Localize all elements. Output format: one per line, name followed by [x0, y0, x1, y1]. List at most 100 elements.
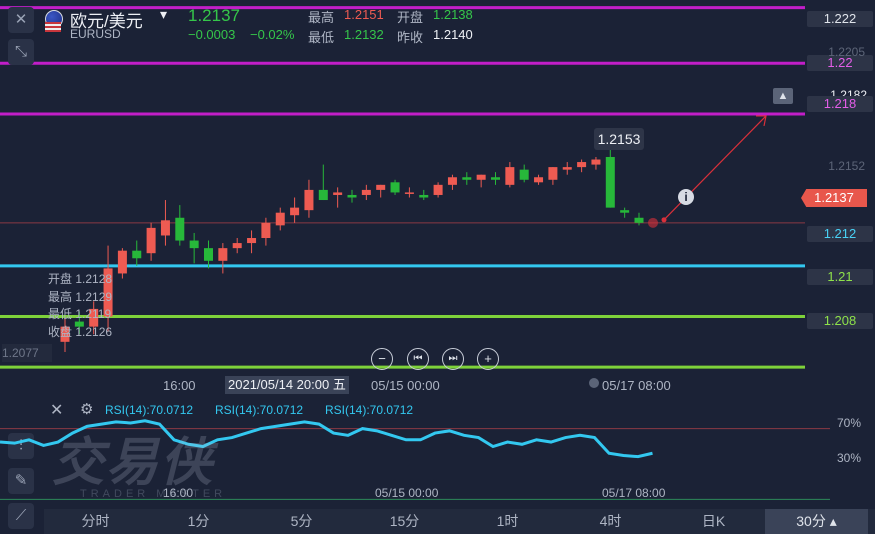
ohlc-close: 收盘 1.2126: [48, 325, 113, 339]
step-forward-button[interactable]: ⏭: [442, 348, 464, 370]
tab-5min[interactable]: 5分: [250, 509, 353, 534]
axis-tick-1.2152: 1.2152: [828, 159, 865, 173]
candlestick-chart[interactable]: [0, 0, 875, 395]
open-value: 1.2138: [433, 7, 473, 22]
rsi-label-3: RSI(14):70.0712: [325, 403, 414, 417]
chevron-down-icon[interactable]: ▾: [160, 6, 167, 23]
high-label: 最高: [308, 10, 335, 25]
collapse-icon[interactable]: ⤡: [8, 39, 34, 65]
step-back-button[interactable]: ⏮: [407, 348, 429, 370]
candle-body: [347, 194, 357, 198]
x-label-0517: 05/17 08:00: [602, 378, 671, 393]
open-label: 开盘: [397, 10, 424, 25]
x-label-16: 16:00: [163, 378, 196, 393]
candle-body: [562, 167, 572, 170]
candle-body: [318, 189, 328, 201]
candle-body: [304, 189, 314, 211]
rsi-close-icon[interactable]: ✕: [50, 400, 63, 420]
candle-body: [146, 227, 156, 254]
tab-fenshi[interactable]: 分时: [44, 509, 147, 534]
x-label-0515: 05/15 00:00: [371, 378, 440, 393]
price-change-pct: −0.02%: [250, 27, 295, 42]
candle-body: [605, 156, 615, 208]
candle-body: [519, 169, 529, 180]
candle-body: [232, 243, 242, 249]
candle-body: [620, 210, 630, 213]
timeline-dot: [589, 378, 599, 388]
rsi-level-30: 30%: [837, 451, 862, 465]
candle-body: [275, 212, 285, 226]
candle-body: [447, 177, 457, 185]
tab-1min[interactable]: 1分: [147, 509, 250, 534]
candle-body: [476, 174, 486, 180]
candle-body: [361, 189, 371, 195]
candle-body: [390, 182, 400, 193]
watermark-logo: 交易侠: [52, 434, 215, 492]
rsi-label-2: RSI(14):70.0712: [215, 403, 304, 417]
rsi-x-label-0517: 05/17 08:00: [602, 486, 666, 500]
candle-body: [491, 177, 500, 180]
symbol-code: EURUSD: [70, 27, 121, 41]
close-icon[interactable]: ✕: [8, 7, 34, 33]
price-tag-1.218: 1.218: [807, 96, 873, 112]
candle-body: [419, 194, 429, 198]
last-price: 1.2137: [188, 6, 240, 25]
prev-close-label: 昨收: [397, 30, 424, 45]
info-icon[interactable]: i: [678, 189, 694, 205]
candle-body: [218, 248, 228, 261]
candle-body: [261, 222, 271, 239]
candle-body: [433, 184, 443, 195]
candle-body: [175, 217, 185, 241]
low-value: 1.2132: [344, 27, 384, 42]
candle-body: [534, 177, 544, 183]
tooltip-price: 1.2153: [594, 128, 644, 150]
tab-4hour[interactable]: 4时: [559, 509, 662, 534]
candle-body: [404, 192, 414, 194]
price-tag-1.208: 1.208: [807, 313, 873, 329]
rsi-level-70: 70%: [837, 416, 862, 430]
watermark-sub: TRADER MASTER: [80, 488, 227, 500]
high-value: 1.2151: [344, 7, 384, 22]
candle-body: [591, 159, 601, 165]
prev-close-value: 1.2140: [433, 27, 473, 42]
bell-icon[interactable]: ▲: [773, 88, 793, 104]
candle-body: [247, 238, 257, 244]
timeframe-bar: 分时 1分 5分 15分 1时 4时 日K 30分 ▴: [44, 509, 875, 534]
candle-body: [376, 184, 386, 190]
crosshair-time: 2021/05/14 20:00 五: [225, 376, 349, 394]
candle-body: [290, 207, 300, 216]
alert-anchor-dot: [661, 217, 667, 223]
zoom-out-button[interactable]: −: [371, 348, 393, 370]
tab-15min[interactable]: 15分: [353, 509, 456, 534]
ohlc-open: 开盘 1.2128: [48, 272, 113, 286]
current-price-tag: 1.2137: [801, 189, 867, 207]
ohlc-low: 最低 1.2119: [48, 307, 112, 321]
candle-body: [505, 167, 515, 185]
candle-body: [634, 217, 644, 223]
ohlc-high: 最高 1.2129: [48, 290, 113, 304]
candle-body: [577, 162, 587, 168]
price-tag-1.212: 1.212: [807, 226, 873, 242]
tab-30min[interactable]: 30分 ▴: [765, 509, 868, 534]
zoom-in-button[interactable]: +: [477, 348, 499, 370]
rsi-x-label-0515: 05/15 00:00: [375, 486, 439, 500]
us-flag-icon: [45, 22, 61, 32]
candle-body: [333, 192, 343, 195]
candle-body: [548, 167, 558, 180]
settings-icon[interactable]: ⚙: [80, 400, 93, 418]
candle-body: [462, 177, 472, 180]
current-price-marker: [648, 217, 658, 228]
candle-body: [132, 250, 142, 259]
price-change: −0.0003: [188, 27, 236, 42]
rsi-label-1: RSI(14):70.0712: [105, 403, 194, 417]
price-tag-1.222: 1.222: [807, 11, 873, 27]
candle-body: [189, 240, 199, 249]
tab-1hour[interactable]: 1时: [456, 509, 559, 534]
tab-daily[interactable]: 日K: [662, 509, 765, 534]
candle-body: [160, 220, 170, 236]
left-price-label: 1.2077: [2, 344, 52, 362]
alert-arrow-line: [663, 115, 767, 221]
low-label: 最低: [308, 30, 335, 45]
axis-tick-1.2205: 1.2205: [828, 45, 865, 59]
price-tag-1.21: 1.21: [807, 269, 873, 285]
